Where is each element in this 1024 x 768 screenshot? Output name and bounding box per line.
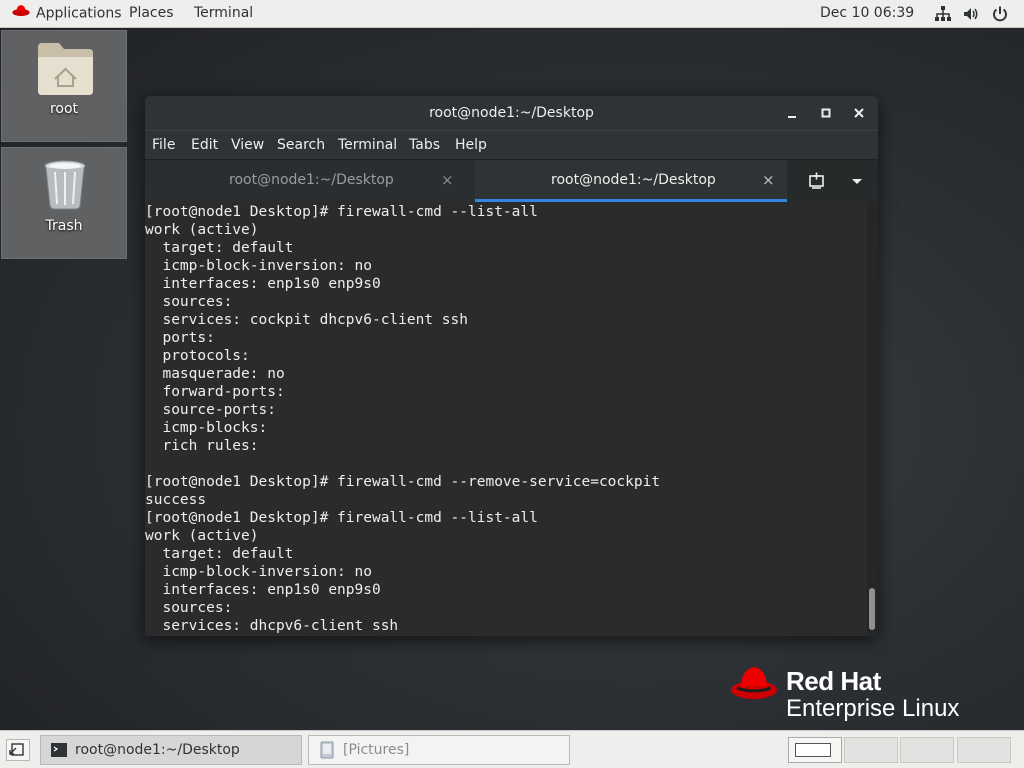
tab-label: root@node1:~/Desktop [551,172,716,188]
tab-active[interactable]: root@node1:~/Desktop × [475,160,787,202]
terminal-line: target: default [145,240,294,256]
terminal-line: protocols: [145,348,259,364]
terminal-line: services: dhcpv6-client ssh [145,618,399,634]
menu-file[interactable]: File [152,131,175,159]
window-menubar: File Edit View Search Terminal Tabs Help [145,130,878,159]
terminal-line: [root@node1 Desktop]# firewall-cmd --lis… [145,510,538,526]
terminal-line: [root@node1 Desktop]# firewall-cmd --rem… [145,474,661,490]
window-titlebar[interactable]: root@node1:~/Desktop [145,96,878,130]
terminal-line: rich rules: [145,438,268,454]
menu-tabs[interactable]: Tabs [409,131,440,159]
show-desktop-icon[interactable] [6,739,30,761]
close-icon[interactable] [851,105,867,121]
task-terminal[interactable]: root@node1:~/Desktop [40,735,302,765]
terminal-icon [51,743,67,757]
brand-product: Enterprise Linux [786,695,960,722]
terminal-line: work (active) [145,528,259,544]
terminal-line: target: default [145,546,294,562]
terminal-scrollbar[interactable] [867,202,878,636]
tab-label: root@node1:~/Desktop [229,172,394,188]
places-menu[interactable]: Places [121,0,182,27]
terminal-line: source-ports: [145,402,285,418]
bottom-panel: root@node1:~/Desktop [Pictures] [0,730,1024,768]
chevron-down-icon[interactable] [849,173,865,187]
task-label: root@node1:~/Desktop [75,742,240,758]
window-title: root@node1:~/Desktop [429,105,594,121]
terminal-line: icmp-block-inversion: no [145,258,372,274]
menu-search[interactable]: Search [277,131,325,159]
tab-bar: root@node1:~/Desktop × root@node1:~/Desk… [145,159,878,202]
terminal-line: icmp-block-inversion: no [145,564,372,580]
desktop-icon-trash[interactable]: Trash [1,147,127,259]
terminal-line: services: cockpit dhcpv6-client ssh [145,312,469,328]
scrollbar-thumb[interactable] [869,588,875,630]
menu-view[interactable]: View [231,131,264,159]
home-folder-icon [38,43,93,95]
redhat-branding: Red Hat Enterprise Linux [730,662,990,722]
volume-icon[interactable] [962,5,980,23]
trash-icon [44,160,86,210]
terminal-line: forward-ports: [145,384,294,400]
network-icon[interactable] [934,5,952,23]
tab-close-icon[interactable]: × [762,160,775,200]
terminal-line: interfaces: enp1s0 enp9s0 [145,276,381,292]
clock[interactable]: Dec 10 06:39 [820,0,914,27]
terminal-app-menu[interactable]: Terminal [186,0,261,27]
maximize-icon[interactable] [818,105,834,121]
desktop-icon-label: Trash [45,218,83,234]
redhat-logo-icon [731,667,777,699]
terminal-line: interfaces: enp1s0 enp9s0 [145,582,381,598]
desktop-icon-root[interactable]: root [1,30,127,142]
terminal-line: success [145,492,207,508]
tab-inactive[interactable]: root@node1:~/Desktop × [145,160,475,202]
terminal-line: sources: [145,600,242,616]
applications-label: Applications [36,5,122,22]
terminal-line: [root@node1 Desktop]# firewall-cmd --lis… [145,204,538,220]
top-panel: Applications Places Terminal Dec 10 06:3… [0,0,1024,28]
task-pictures[interactable]: [Pictures] [308,735,570,765]
terminal-line: icmp-blocks: [145,420,276,436]
menu-help[interactable]: Help [455,131,487,159]
terminal-line: work (active) [145,222,259,238]
minimize-icon[interactable] [784,105,800,121]
terminal-line: masquerade: no [145,366,285,382]
power-icon[interactable] [991,5,1009,23]
applications-menu[interactable]: Applications [4,0,130,27]
file-manager-icon [320,741,334,759]
menu-terminal[interactable]: Terminal [338,131,397,159]
brand-name: Red Hat [786,666,881,696]
workspace-1[interactable] [788,737,842,763]
terminal-line: ports: [145,330,224,346]
new-tab-icon[interactable] [807,171,827,191]
workspace-4[interactable] [957,737,1011,763]
desktop-icon-label: root [49,101,79,117]
workspace-2[interactable] [844,737,898,763]
task-label: [Pictures] [343,742,410,758]
workspace-3[interactable] [900,737,954,763]
menu-edit[interactable]: Edit [191,131,218,159]
terminal-window: root@node1:~/Desktop File Edit View Sear… [145,96,878,636]
terminal-output[interactable]: [root@node1 Desktop]# firewall-cmd --lis… [145,202,867,636]
redhat-logo-icon [12,0,30,27]
tab-close-icon[interactable]: × [441,160,454,200]
workspace-window-preview [795,743,831,757]
terminal-line: sources: [145,294,242,310]
